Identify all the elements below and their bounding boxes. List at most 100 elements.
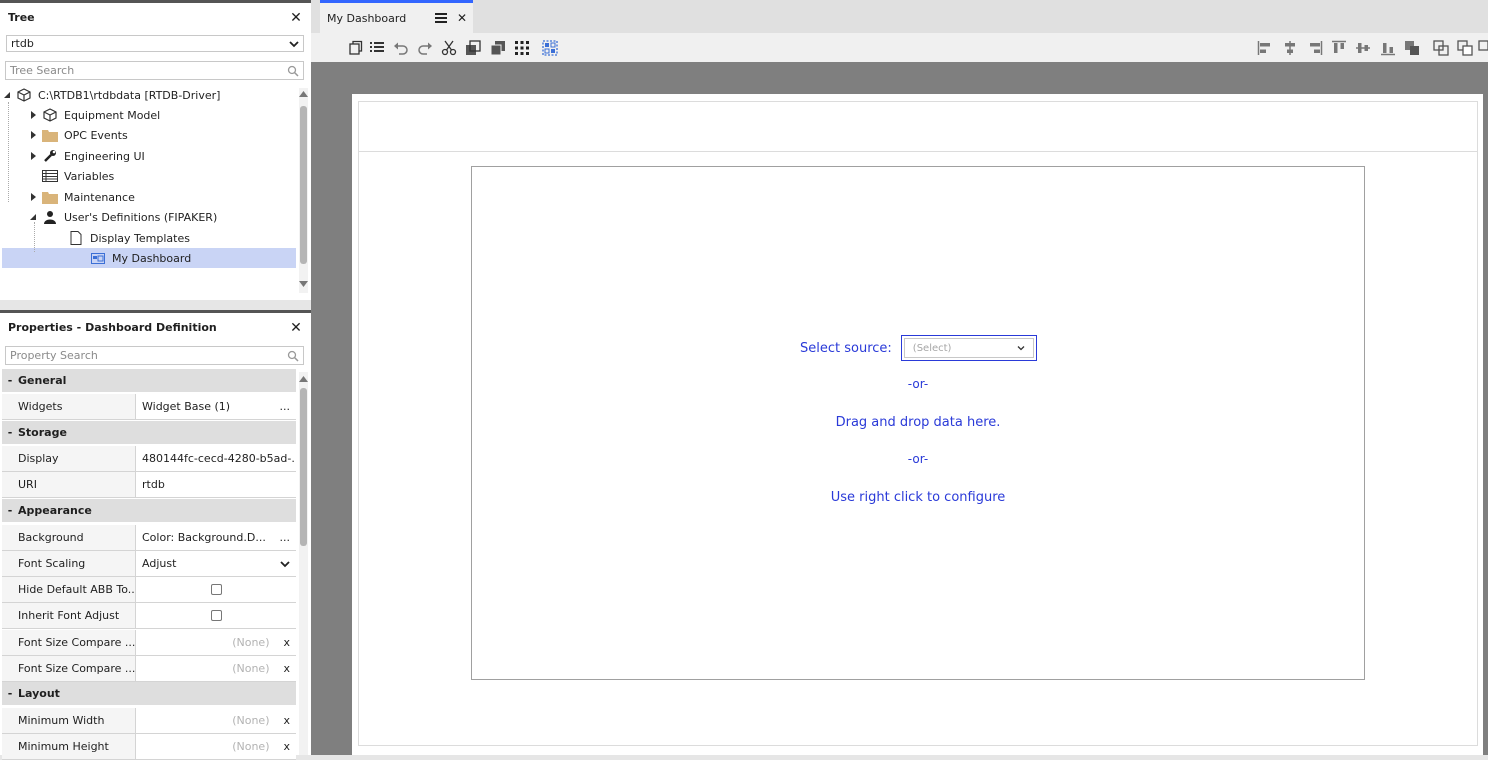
caret-collapsed-icon[interactable]	[28, 151, 38, 161]
ellipsis-button[interactable]: ...	[280, 531, 291, 544]
prop-row-widgets[interactable]: Widgets Widget Base (1)...	[2, 394, 296, 420]
collapse-icon[interactable]: -	[2, 687, 18, 700]
layer-icon[interactable]	[1404, 40, 1420, 56]
tree-search-input[interactable]: Tree Search	[5, 61, 304, 80]
prop-row-font-scaling[interactable]: Font Scaling Adjust	[2, 551, 296, 577]
close-properties-panel-icon[interactable]: ✕	[289, 320, 303, 336]
tab-my-dashboard[interactable]: My Dashboard ✕	[320, 0, 473, 33]
tree-item-display-templates[interactable]: Display Templates	[54, 228, 292, 248]
bring-forward-icon[interactable]	[465, 40, 481, 56]
caret-collapsed-icon[interactable]	[28, 110, 38, 120]
property-search-input[interactable]: Property Search	[5, 346, 304, 365]
redo-icon[interactable]	[417, 40, 433, 56]
section-storage[interactable]: - Storage	[2, 421, 296, 444]
search-icon	[287, 65, 299, 77]
prop-row-font-size-compare-2[interactable]: Font Size Compare ... (None) x	[2, 656, 296, 682]
tree-scrollbar[interactable]	[299, 88, 308, 293]
section-layout[interactable]: - Layout	[2, 682, 296, 705]
prop-row-hide-default[interactable]: Hide Default ABB To...	[2, 577, 296, 603]
close-tab-icon[interactable]: ✕	[457, 11, 467, 25]
tree-search-placeholder: Tree Search	[10, 64, 75, 77]
tree-item-variables[interactable]: Variables	[28, 166, 292, 186]
copy-icon[interactable]	[348, 40, 364, 56]
snap-grid-icon[interactable]	[542, 40, 558, 56]
tree-item-maintenance[interactable]: Maintenance	[28, 187, 292, 207]
prop-name: Font Size Compare ...	[2, 630, 136, 655]
collapse-icon[interactable]: -	[2, 504, 18, 517]
prop-name: Background	[2, 525, 136, 550]
dashboard-header[interactable]	[358, 101, 1478, 152]
grid-icon[interactable]	[514, 40, 530, 56]
align-center-icon[interactable]	[1282, 40, 1298, 56]
tree-item-root[interactable]: C:\RTDB1\rtdbdata [RTDB-Driver]	[2, 85, 292, 105]
properties-scrollbar[interactable]	[299, 372, 308, 755]
document-icon	[68, 230, 84, 246]
section-general[interactable]: - General	[2, 369, 296, 392]
caret-expanded-icon[interactable]	[28, 212, 38, 222]
left-sidebar: Tree ✕ rtdb Tree Search C:\RTDB1\rtdbdat…	[0, 0, 311, 760]
align-left-icon[interactable]	[1257, 40, 1273, 56]
tree-item-label: OPC Events	[64, 128, 128, 142]
prop-name: Font Size Compare ...	[2, 656, 136, 681]
send-backward-icon[interactable]	[490, 40, 506, 56]
section-appearance[interactable]: - Appearance	[2, 499, 296, 522]
collapse-icon[interactable]: -	[2, 426, 18, 439]
collapse-icon[interactable]: -	[2, 374, 18, 387]
prop-row-inherit-font[interactable]: Inherit Font Adjust	[2, 603, 296, 629]
source-select-placeholder: (Select)	[912, 342, 952, 354]
hamburger-menu-icon[interactable]	[434, 13, 447, 23]
align-middle-icon[interactable]	[1355, 40, 1371, 56]
font-scaling-select[interactable]: Adjust	[136, 551, 296, 576]
dashboard-icon	[90, 250, 106, 266]
tree-scrollbar-thumb[interactable]	[300, 106, 307, 264]
undo-icon[interactable]	[393, 40, 409, 56]
tree-item-users-definitions[interactable]: User's Definitions (FIPAKER)	[28, 207, 292, 227]
align-bottom-icon[interactable]	[1380, 40, 1396, 56]
widget-placeholder[interactable]: Select source: (Select) -or- Drag and dr…	[471, 166, 1365, 680]
caret-expanded-icon[interactable]	[2, 90, 12, 100]
tree-item-label: C:\RTDB1\rtdbdata [RTDB-Driver]	[38, 88, 221, 102]
prop-row-font-size-compare-1[interactable]: Font Size Compare ... (None) x	[2, 630, 296, 656]
prop-row-min-width[interactable]: Minimum Width (None) x	[2, 708, 296, 734]
overflow-icon[interactable]	[1478, 40, 1488, 56]
tree-source-dropdown[interactable]: rtdb	[6, 35, 304, 52]
list-icon[interactable]	[369, 40, 385, 56]
scroll-up-icon[interactable]	[299, 375, 308, 383]
prop-value: 480144fc-cecd-4280-b5ad-...	[142, 452, 296, 465]
properties-panel-header: Properties - Dashboard Definition ✕	[0, 313, 311, 342]
ungroup-icon[interactable]	[1457, 40, 1473, 56]
cut-icon[interactable]	[441, 40, 457, 56]
tree-connector	[34, 222, 35, 252]
prop-row-background[interactable]: Background Color: Background.D......	[2, 525, 296, 551]
tree-connector	[8, 102, 9, 202]
checkbox[interactable]	[210, 610, 222, 621]
caret-collapsed-icon[interactable]	[28, 130, 38, 140]
property-search-placeholder: Property Search	[10, 349, 98, 362]
tree-item-opc-events[interactable]: OPC Events	[28, 125, 292, 145]
clear-button[interactable]: x	[283, 740, 290, 753]
prop-row-uri[interactable]: URI rtdb	[2, 472, 296, 498]
align-top-icon[interactable]	[1331, 40, 1347, 56]
tree-item-my-dashboard[interactable]: My Dashboard	[2, 248, 296, 268]
prop-row-display[interactable]: Display 480144fc-cecd-4280-b5ad-...	[2, 446, 296, 472]
group-icon[interactable]	[1433, 40, 1449, 56]
align-right-icon[interactable]	[1307, 40, 1323, 56]
clear-button[interactable]: x	[283, 714, 290, 727]
tree-item-label: Engineering UI	[64, 149, 145, 163]
folder-icon	[42, 127, 58, 143]
caret-collapsed-icon[interactable]	[28, 192, 38, 202]
checkbox[interactable]	[210, 584, 222, 595]
ellipsis-button[interactable]: ...	[280, 400, 291, 413]
tree-item-engineering-ui[interactable]: Engineering UI	[28, 146, 292, 166]
tree-item-equipment-model[interactable]: Equipment Model	[28, 105, 292, 125]
select-source-label: Select source:	[800, 340, 892, 356]
close-tree-panel-icon[interactable]: ✕	[289, 10, 303, 26]
clear-button[interactable]: x	[283, 662, 290, 675]
prop-row-min-height[interactable]: Minimum Height (None) x	[2, 734, 296, 760]
properties-scrollbar-thumb[interactable]	[300, 388, 307, 546]
clear-button[interactable]: x	[283, 636, 290, 649]
source-select[interactable]: (Select)	[900, 335, 1037, 361]
user-icon	[42, 209, 58, 225]
scroll-down-icon[interactable]	[299, 280, 308, 288]
scroll-up-icon[interactable]	[299, 90, 308, 98]
